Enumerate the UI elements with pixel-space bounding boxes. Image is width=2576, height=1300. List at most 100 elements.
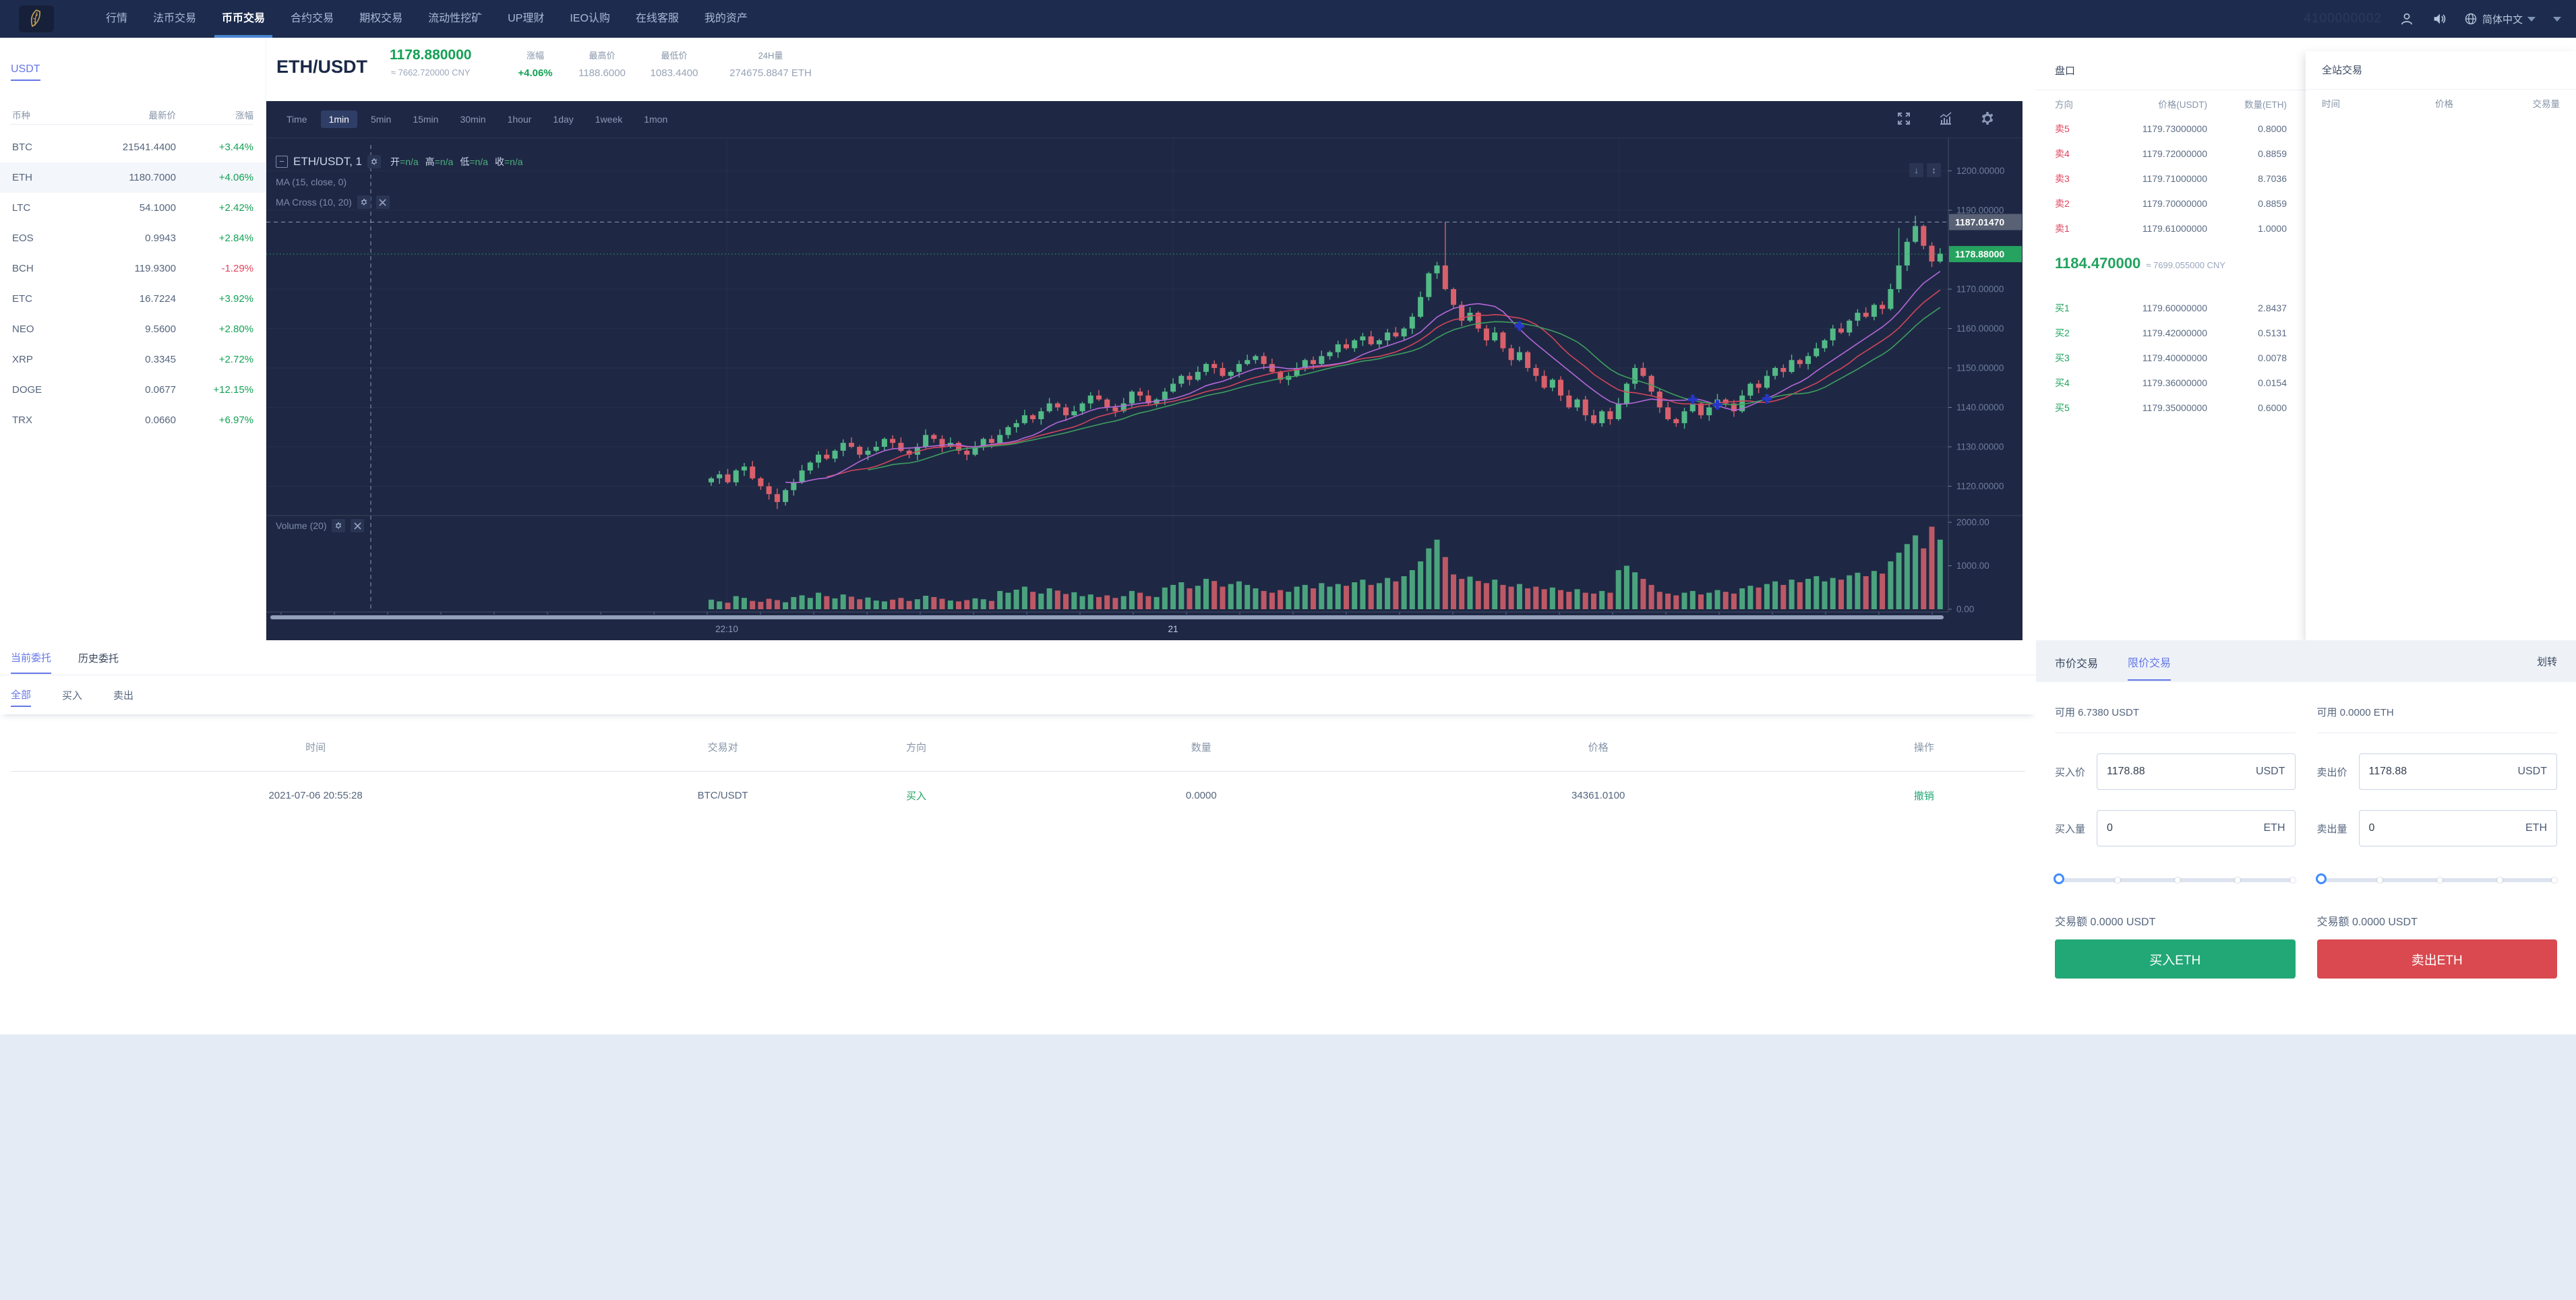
- market-list-header: 币种 最新价 涨幅: [0, 108, 266, 121]
- bid-row[interactable]: 买1 1179.60000000 2.8437: [2036, 295, 2306, 320]
- nav-item[interactable]: 币币交易: [209, 0, 278, 38]
- bid-row[interactable]: 买5 1179.35000000 0.6000: [2036, 395, 2306, 420]
- pair-title: ETH/USDT: [276, 57, 367, 78]
- gear-icon[interactable]: [357, 195, 371, 209]
- buy-amount-label: 买入量: [2055, 822, 2097, 836]
- chevron-down-icon: [2527, 17, 2536, 22]
- cancel-order-link[interactable]: 撤销: [1914, 791, 1934, 802]
- buy-amount-input[interactable]: [2107, 822, 2264, 834]
- sell-amount-label: 卖出量: [2317, 822, 2359, 836]
- timeframe-button[interactable]: Time: [278, 111, 316, 128]
- buy-button[interactable]: 买入ETH: [2055, 939, 2296, 979]
- timeframe-button[interactable]: 1min: [321, 111, 357, 128]
- stat-change: 涨幅+4.06%: [518, 49, 552, 79]
- close-icon[interactable]: [351, 519, 364, 532]
- orders-tabs: 当前委托历史委托: [0, 640, 2036, 675]
- bid-row[interactable]: 买2 1179.42000000 0.5131: [2036, 320, 2306, 345]
- nav-item[interactable]: 行情: [93, 0, 140, 38]
- svg-text:1200.00000: 1200.00000: [1956, 166, 2004, 176]
- timeframe-button[interactable]: 15min: [405, 111, 446, 128]
- sell-button[interactable]: 卖出ETH: [2317, 939, 2558, 979]
- market-row[interactable]: BCH 119.9300 -1.29%: [0, 253, 266, 284]
- indicator-icon[interactable]: [1938, 111, 1954, 127]
- ticker-bar: ETH/USDT 1178.880000 ≈ 7662.720000 CNY 涨…: [0, 38, 2036, 101]
- svg-text:1170.00000: 1170.00000: [1956, 284, 2004, 295]
- sell-price-input[interactable]: [2369, 766, 2518, 778]
- close-icon[interactable]: [376, 195, 390, 209]
- mid-price: 1184.470000: [2055, 255, 2140, 272]
- nav-item[interactable]: 法币交易: [140, 0, 209, 38]
- slider-handle[interactable]: [2316, 873, 2327, 884]
- fullscreen-icon[interactable]: [1896, 111, 1912, 127]
- market-row[interactable]: DOGE 0.0677 +12.15%: [0, 375, 266, 405]
- language-selector[interactable]: 简体中文: [2464, 12, 2536, 26]
- timeframe-button[interactable]: 1day: [545, 111, 581, 128]
- sell-amount-field: ETH: [2359, 810, 2558, 846]
- ask-row[interactable]: 卖2 1179.70000000 0.8859: [2036, 191, 2306, 216]
- top-nav: 行情法币交易币币交易合约交易期权交易流动性挖矿UP理财IEO认购在线客服我的资产…: [0, 0, 2576, 38]
- buy-percent-slider[interactable]: [2055, 875, 2296, 886]
- nav-item[interactable]: IEO认购: [557, 0, 623, 38]
- order-side: 买入: [814, 788, 1018, 803]
- ask-row[interactable]: 卖1 1179.61000000 1.0000: [2036, 216, 2306, 241]
- chevron-down-icon[interactable]: [2553, 17, 2561, 22]
- gear-icon[interactable]: [1979, 111, 1996, 127]
- market-row[interactable]: NEO 9.5600 +2.80%: [0, 314, 266, 344]
- brand-logo[interactable]: [19, 5, 54, 32]
- ask-row[interactable]: 卖3 1179.71000000 8.7036: [2036, 166, 2306, 191]
- timeframe-bar: Time 1min 5min 15min 30min 1hour 1day 1week 1mon: [266, 101, 2023, 138]
- transfer-link[interactable]: 划转: [2537, 654, 2557, 669]
- market-row[interactable]: TRX 0.0660 +6.97%: [0, 405, 266, 435]
- sell-percent-slider[interactable]: [2317, 875, 2558, 886]
- orders-subtab[interactable]: 买入: [62, 684, 82, 706]
- market-row[interactable]: LTC 54.1000 +2.42%: [0, 193, 266, 223]
- market-row[interactable]: ETH 1180.7000 +4.06%: [0, 162, 266, 193]
- gear-icon[interactable]: [367, 155, 381, 168]
- sell-price-unit: USDT: [2517, 766, 2547, 778]
- sell-amount-input[interactable]: [2369, 822, 2526, 834]
- orderbook-title: 盘口: [2055, 63, 2075, 78]
- bid-row[interactable]: 买4 1179.36000000 0.0154: [2036, 370, 2306, 395]
- mid-price-cny: ≈ 7699.055000 CNY: [2146, 260, 2225, 270]
- candlestick-chart[interactable]: 1200.000001190.000001170.000001160.00000…: [266, 138, 2023, 640]
- orders-subtabs: 全部 买入 卖出: [0, 675, 2036, 714]
- tab-market-trade[interactable]: 市价交易: [2055, 642, 2098, 680]
- timeframe-button[interactable]: 30min: [452, 111, 493, 128]
- slider-handle[interactable]: [2054, 873, 2064, 884]
- nav-item[interactable]: UP理财: [495, 0, 557, 38]
- bid-row[interactable]: 买3 1179.40000000 0.0078: [2036, 345, 2306, 370]
- timeframe-button[interactable]: 1week: [587, 111, 630, 128]
- svg-text:22:10: 22:10: [715, 624, 738, 634]
- ask-row[interactable]: 卖4 1179.72000000 0.8859: [2036, 141, 2306, 166]
- svg-text:1120.00000: 1120.00000: [1956, 481, 2004, 491]
- market-row[interactable]: ETC 16.7224 +3.92%: [0, 284, 266, 314]
- gear-icon[interactable]: [332, 519, 345, 532]
- orders-tab[interactable]: 历史委托: [78, 642, 119, 673]
- user-icon[interactable]: [2399, 11, 2414, 26]
- nav-item[interactable]: 流动性挖矿: [415, 0, 495, 38]
- orders-subtab[interactable]: 卖出: [113, 684, 133, 706]
- timeframe-button[interactable]: 1hour: [500, 111, 540, 128]
- tab-usdt[interactable]: USDT: [11, 63, 40, 81]
- market-row[interactable]: XRP 0.3345 +2.72%: [0, 344, 266, 375]
- exchange-app: 行情法币交易币币交易合约交易期权交易流动性挖矿UP理财IEO认购在线客服我的资产…: [0, 0, 2576, 1300]
- buy-price-input[interactable]: [2107, 766, 2256, 778]
- buy-price-field: USDT: [2097, 753, 2296, 790]
- market-row[interactable]: BTC 21541.4400 +3.44%: [0, 132, 266, 162]
- orders-tab[interactable]: 当前委托: [11, 641, 51, 674]
- scroll-down-icon[interactable]: ↓: [1909, 163, 1923, 177]
- market-row[interactable]: EOS 0.9943 +2.84%: [0, 223, 266, 253]
- nav-item[interactable]: 期权交易: [347, 0, 415, 38]
- nav-item[interactable]: 合约交易: [278, 0, 347, 38]
- timeframe-button[interactable]: 5min: [363, 111, 399, 128]
- ask-row[interactable]: 卖5 1179.73000000 0.8000: [2036, 116, 2306, 141]
- orders-subtab[interactable]: 全部: [11, 683, 31, 707]
- speaker-icon[interactable]: [2432, 11, 2447, 26]
- tab-limit-trade[interactable]: 限价交易: [2128, 642, 2171, 681]
- scroll-expand-icon[interactable]: ↕: [1927, 163, 1941, 177]
- sell-price-label: 卖出价: [2317, 765, 2359, 779]
- timeframe-button[interactable]: 1mon: [636, 111, 676, 128]
- chart-toolbar-icons: [1896, 111, 1996, 127]
- nav-item[interactable]: 在线客服: [623, 0, 692, 38]
- nav-item[interactable]: 我的资产: [692, 0, 760, 38]
